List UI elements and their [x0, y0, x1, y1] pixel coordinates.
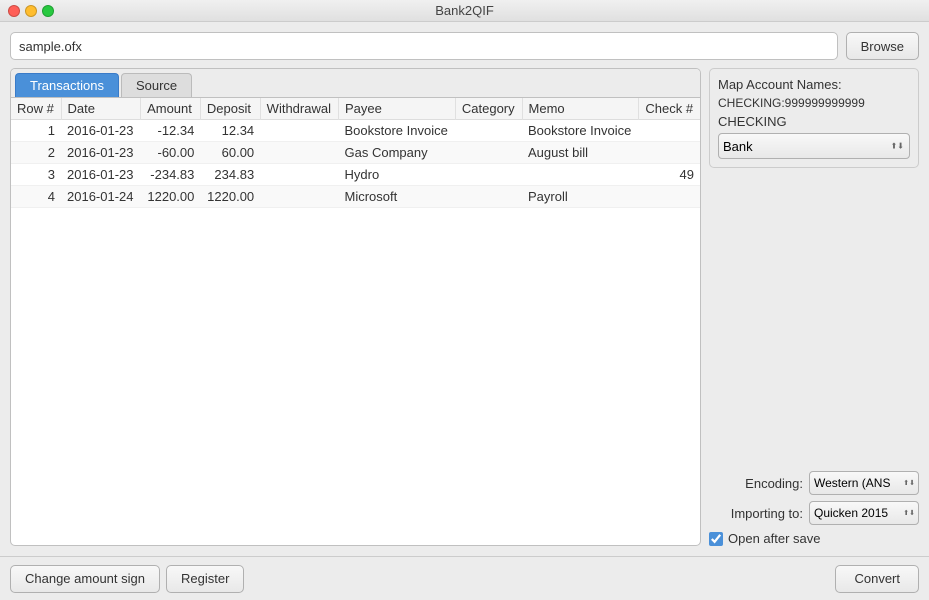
col-category: Category [455, 98, 522, 120]
col-deposit: Deposit [200, 98, 260, 120]
table-cell [260, 164, 338, 186]
register-button[interactable]: Register [166, 565, 244, 593]
bottom-left-buttons: Change amount sign Register [10, 565, 244, 593]
table-row: 32016-01-23-234.83234.83 Hydro 49 [11, 164, 700, 186]
account-type-wrapper: BankCashCCardInvstOthAOthL [718, 133, 910, 159]
app-title: Bank2QIF [435, 3, 494, 18]
open-after-save-row: Open after save [709, 531, 919, 546]
map-title: Map Account Names: [718, 77, 910, 92]
table-cell [260, 142, 338, 164]
importing-to-select-wrap: Quicken 2015Quicken 2016Quicken 2017MS M… [809, 501, 919, 525]
spacer [709, 174, 919, 465]
table-cell [639, 142, 700, 164]
table-cell: Hydro [339, 164, 456, 186]
table-cell: 2016-01-23 [61, 164, 141, 186]
table-cell: 1220.00 [141, 186, 201, 208]
table-row: 22016-01-23-60.0060.00 Gas Company August … [11, 142, 700, 164]
col-date: Date [61, 98, 141, 120]
transactions-table: Row # Date Amount Deposit Withdrawal Pay… [11, 98, 700, 208]
right-panel: Map Account Names: CHECKING:999999999999… [709, 68, 919, 546]
map-account-name: CHECKING:999999999999 [718, 96, 910, 110]
table-cell: 2016-01-23 [61, 142, 141, 164]
bottom-bar: Change amount sign Register Convert [0, 556, 929, 600]
table-cell: August bill [522, 142, 639, 164]
importing-to-row: Importing to: Quicken 2015Quicken 2016Qu… [709, 501, 919, 525]
table-cell: Bookstore Invoice [522, 120, 639, 142]
encoding-label: Encoding: [745, 476, 803, 491]
table-cell: -60.00 [141, 142, 201, 164]
importing-to-select[interactable]: Quicken 2015Quicken 2016Quicken 2017MS M… [809, 501, 919, 525]
col-payee: Payee [339, 98, 456, 120]
table-cell: 1 [11, 120, 61, 142]
table-cell: Payroll [522, 186, 639, 208]
bottom-settings: Encoding: Western (ANSUTF-8ISO-8859-1 Im… [709, 471, 919, 546]
tab-bar: Transactions Source [11, 69, 700, 98]
table-cell [455, 120, 522, 142]
map-section: Map Account Names: CHECKING:999999999999… [709, 68, 919, 168]
titlebar: Bank2QIF [0, 0, 929, 22]
maximize-button[interactable] [42, 5, 54, 17]
file-path-input[interactable] [10, 32, 838, 60]
table-cell [522, 164, 639, 186]
open-after-save-label: Open after save [728, 531, 821, 546]
browse-button[interactable]: Browse [846, 32, 919, 60]
table-cell [455, 142, 522, 164]
encoding-row: Encoding: Western (ANSUTF-8ISO-8859-1 [709, 471, 919, 495]
encoding-select[interactable]: Western (ANSUTF-8ISO-8859-1 [809, 471, 919, 495]
encoding-select-wrap: Western (ANSUTF-8ISO-8859-1 [809, 471, 919, 495]
table-cell: 12.34 [200, 120, 260, 142]
table-row: 42016-01-241220.001220.00MicrosoftPayrol… [11, 186, 700, 208]
left-panel: Transactions Source Row # Date Amount De… [10, 68, 701, 546]
minimize-button[interactable] [25, 5, 37, 17]
importing-to-label: Importing to: [731, 506, 803, 521]
change-amount-sign-button[interactable]: Change amount sign [10, 565, 160, 593]
table-cell: Bookstore Invoice [339, 120, 456, 142]
table-cell: 49 [639, 164, 700, 186]
table-cell: 2 [11, 142, 61, 164]
table-cell: 2016-01-24 [61, 186, 141, 208]
table-cell [455, 186, 522, 208]
table-cell: -12.34 [141, 120, 201, 142]
convert-button[interactable]: Convert [835, 565, 919, 593]
close-button[interactable] [8, 5, 20, 17]
table-cell: 234.83 [200, 164, 260, 186]
tab-source[interactable]: Source [121, 73, 192, 97]
table-cell [260, 120, 338, 142]
table-cell: Microsoft [339, 186, 456, 208]
tab-transactions[interactable]: Transactions [15, 73, 119, 97]
table-cell: Gas Company [339, 142, 456, 164]
main-content: Browse Transactions Source Row # Date Am… [0, 22, 929, 556]
table-cell [260, 186, 338, 208]
map-account-label: CHECKING [718, 114, 910, 129]
col-row: Row # [11, 98, 61, 120]
table-cell [455, 164, 522, 186]
account-type-select[interactable]: BankCashCCardInvstOthAOthL [718, 133, 910, 159]
table-row: 12016-01-23-12.3412.34 Bookstore Invoice B… [11, 120, 700, 142]
table-cell: 1220.00 [200, 186, 260, 208]
open-after-save-checkbox[interactable] [709, 532, 723, 546]
file-row: Browse [10, 32, 919, 60]
content-area: Transactions Source Row # Date Amount De… [10, 68, 919, 546]
col-check: Check # [639, 98, 700, 120]
col-memo: Memo [522, 98, 639, 120]
window-controls [8, 5, 54, 17]
table-cell [639, 186, 700, 208]
table-cell: 60.00 [200, 142, 260, 164]
transactions-table-container: Row # Date Amount Deposit Withdrawal Pay… [11, 98, 700, 545]
table-cell: 4 [11, 186, 61, 208]
table-cell: 3 [11, 164, 61, 186]
table-cell: 2016-01-23 [61, 120, 141, 142]
col-withdrawal: Withdrawal [260, 98, 338, 120]
table-cell [639, 120, 700, 142]
table-cell: -234.83 [141, 164, 201, 186]
col-amount: Amount [141, 98, 201, 120]
